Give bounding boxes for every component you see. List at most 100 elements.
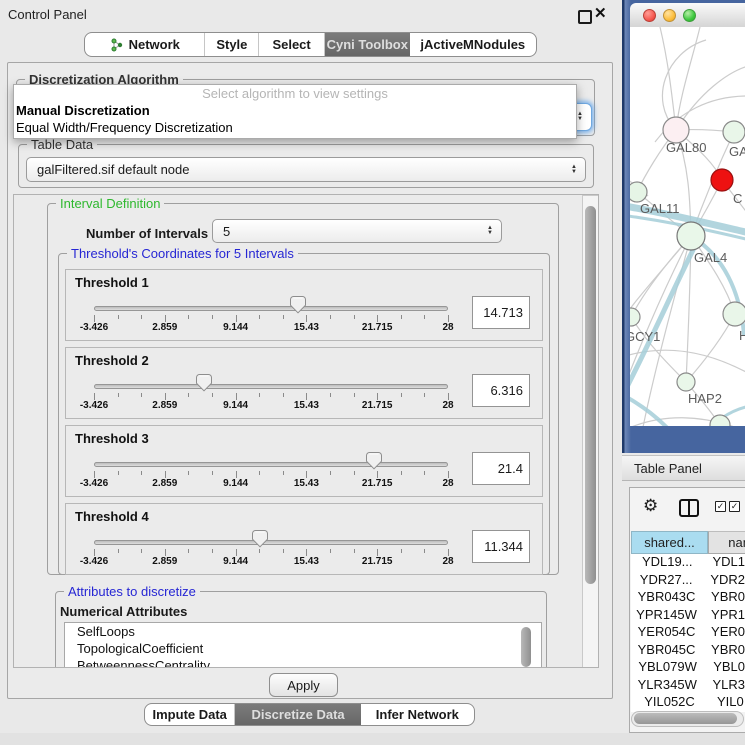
table-cell-name: YLR3 — [703, 677, 745, 695]
zoom-traffic-light-icon[interactable] — [683, 9, 696, 22]
slider-tick — [94, 549, 95, 556]
threshold-value-field[interactable]: 6.316 — [472, 374, 530, 407]
tab-discretize-data[interactable]: Discretize Data — [235, 704, 360, 725]
network-canvas[interactable]: GAL80GACGAL11GAL4GCY1HHAP2 — [630, 27, 745, 426]
slider-tick — [306, 549, 307, 556]
split-columns-icon[interactable] — [679, 499, 699, 517]
num-intervals-combo[interactable]: 5 ▲▼ — [212, 219, 502, 243]
slider-tick — [354, 315, 355, 319]
table-row[interactable]: YPR145WYPR1 — [631, 607, 745, 625]
network-node-ga[interactable] — [723, 121, 745, 143]
table-row[interactable]: YBR043CYBR0 — [631, 589, 745, 607]
slider-tick — [118, 393, 119, 397]
num-intervals-label: Number of Intervals — [86, 226, 208, 241]
tab-label: Cyni Toolbox — [327, 37, 408, 52]
network-node-label: GCY1 — [630, 329, 660, 344]
table-row[interactable]: YIL052CYIL0 — [631, 694, 745, 712]
float-window-icon[interactable] — [578, 10, 592, 24]
close-icon[interactable]: ✕ — [594, 4, 607, 22]
slider-tick — [283, 471, 284, 475]
network-node-gal4[interactable] — [677, 222, 705, 250]
slider-tick — [165, 549, 166, 556]
checkbox-icon[interactable]: ✓ — [729, 501, 740, 512]
column-header-name[interactable]: name — [708, 531, 745, 554]
panel-scrollbar-track[interactable] — [582, 195, 599, 668]
slider-tick-label: 21.715 — [345, 556, 409, 567]
slider-tick — [424, 471, 425, 475]
threshold-slider-track[interactable] — [94, 540, 448, 545]
slider-tick — [377, 393, 378, 400]
slider-tick-label: -3.426 — [62, 556, 126, 567]
slider-thumb[interactable] — [366, 452, 382, 470]
slider-tick — [94, 315, 95, 322]
slider-tick-label: 21.715 — [345, 322, 409, 333]
network-node-hap2[interactable] — [677, 373, 695, 391]
slider-tick — [424, 549, 425, 553]
network-node-c[interactable] — [711, 169, 733, 191]
slider-tick — [401, 393, 402, 397]
table-row[interactable]: YDR27...YDR2 — [631, 572, 745, 590]
threshold-label: Threshold 1 — [75, 275, 149, 290]
top-tab-bar: NetworkStyleSelectCyni ToolboxjActiveMNo… — [84, 32, 537, 57]
slider-tick-label: -3.426 — [62, 322, 126, 333]
gear-icon[interactable]: ⚙ — [643, 496, 658, 516]
slider-thumb[interactable] — [196, 374, 212, 392]
combo-arrows-icon: ▲▼ — [571, 165, 577, 175]
network-node-gal11[interactable] — [630, 182, 647, 202]
table-row[interactable]: YBL079WYBL0 — [631, 659, 745, 677]
slider-tick — [306, 393, 307, 400]
algorithm-option-manual-discretization[interactable]: Manual Discretization — [14, 102, 576, 119]
slider-tick — [165, 315, 166, 322]
slider-thumb[interactable] — [290, 296, 306, 314]
table-cell-shared-name: YPR145W — [631, 607, 702, 625]
algorithm-option-equal-width-frequency-discretization[interactable]: Equal Width/Frequency Discretization — [14, 119, 576, 136]
attributes-list-title: Numerical Attributes — [60, 604, 187, 619]
apply-button[interactable]: Apply — [269, 673, 338, 697]
attributes-list-scrollbar[interactable] — [521, 627, 531, 667]
threshold-slider-track[interactable] — [94, 384, 448, 389]
tab-cyni-toolbox[interactable]: Cyni Toolbox — [325, 33, 410, 56]
column-header-shared-name[interactable]: shared... — [631, 531, 708, 554]
tab-jactivemnodules[interactable]: jActiveMNodules — [410, 33, 536, 56]
list-item[interactable]: SelfLoops — [65, 623, 541, 640]
threshold-slider-track[interactable] — [94, 462, 448, 467]
threshold-slider-track[interactable] — [94, 306, 448, 311]
threshold-value-field[interactable]: 14.713 — [472, 296, 530, 329]
network-node-gcy1[interactable] — [630, 308, 640, 326]
network-edge[interactable] — [676, 27, 700, 130]
tab-network[interactable]: Network — [85, 33, 205, 56]
table-cell-name: YBR0 — [702, 589, 745, 607]
tab-impute-data[interactable]: Impute Data — [145, 704, 235, 725]
network-node-h[interactable] — [723, 302, 745, 326]
network-edge[interactable] — [660, 27, 676, 130]
table-cell-shared-name: YER054C — [631, 624, 702, 642]
threshold-value-field[interactable]: 11.344 — [472, 530, 530, 563]
network-edge[interactable] — [676, 66, 745, 130]
slider-tick — [259, 471, 260, 475]
threshold-label: Threshold 2 — [75, 353, 149, 368]
tab-infer-network[interactable]: Infer Network — [361, 704, 474, 725]
slider-tick-label: 21.715 — [345, 478, 409, 489]
slider-tick — [212, 471, 213, 475]
tab-style[interactable]: Style — [205, 33, 259, 56]
table-row[interactable]: YBR045CYBR0 — [631, 642, 745, 660]
table-hscrollbar-thumb[interactable] — [634, 713, 737, 724]
slider-tick — [330, 315, 331, 319]
slider-thumb[interactable] — [252, 530, 268, 548]
minimize-traffic-light-icon[interactable] — [663, 9, 676, 22]
table-data-combo[interactable]: galFiltered.sif default node ▲▼ — [26, 157, 586, 182]
list-item[interactable]: TopologicalCoefficient — [65, 640, 541, 657]
table-cell-shared-name: YIL052C — [631, 694, 708, 712]
table-row[interactable]: YER054CYER0 — [631, 624, 745, 642]
checkbox-icon[interactable]: ✓ — [715, 501, 726, 512]
combo-arrows-icon: ▲▼ — [487, 226, 493, 236]
table-row[interactable]: YDL19...YDL1 — [631, 554, 745, 572]
table-row[interactable]: YLR345WYLR3 — [631, 677, 745, 695]
list-item[interactable]: BetweennessCentrality — [65, 657, 541, 668]
threshold-value-field[interactable]: 21.4 — [472, 452, 530, 485]
panel-scrollbar-thumb[interactable] — [585, 206, 596, 584]
close-traffic-light-icon[interactable] — [643, 9, 656, 22]
tab-select[interactable]: Select — [259, 33, 325, 56]
network-node[interactable] — [710, 415, 730, 426]
threshold-panel-2: Threshold 2-3.4262.8599.14415.4321.71528… — [65, 347, 543, 419]
